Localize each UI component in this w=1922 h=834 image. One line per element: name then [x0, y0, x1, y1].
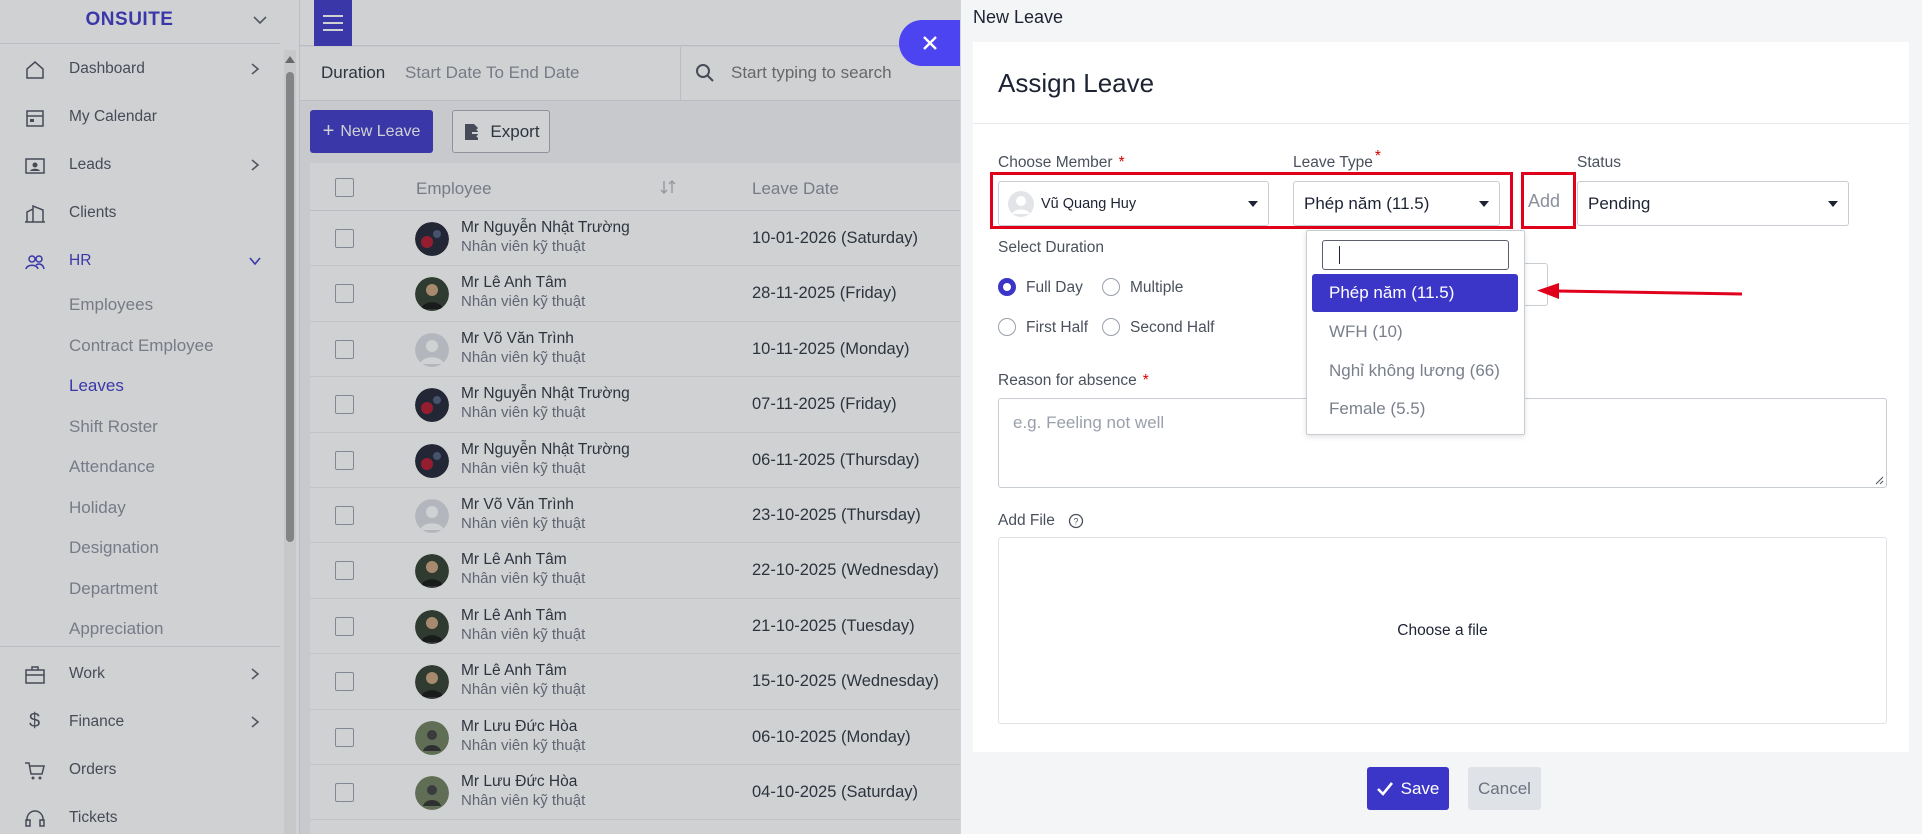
leave-type-option[interactable]: Nghỉ không lương (66) [1312, 352, 1518, 390]
check-icon [1376, 781, 1393, 796]
status-label: Status [1577, 154, 1621, 171]
reason-placeholder: e.g. Feeling not well [1013, 413, 1165, 432]
panel-title: New Leave [973, 7, 1064, 27]
leave-type-option[interactable]: Female (5.5) [1312, 390, 1518, 428]
close-icon [923, 36, 937, 50]
caret-down-icon [1828, 201, 1838, 207]
duration-second-half-radio[interactable] [1102, 318, 1120, 336]
leave-type-dropdown: Phép năm (11.5) WFH (10) Nghỉ không lươn… [1306, 230, 1525, 435]
choose-file-label: Choose a file [1397, 621, 1488, 639]
leave-type-option[interactable]: Phép năm (11.5) [1312, 274, 1518, 312]
resize-handle-icon[interactable] [1874, 475, 1884, 485]
close-panel-button[interactable] [899, 20, 963, 66]
annotation-arrow-icon [1537, 283, 1743, 299]
dropdown-search-input[interactable] [1322, 240, 1509, 270]
duration-multiple-label: Multiple [1130, 279, 1184, 296]
choose-member-label: Choose Member * [998, 154, 1125, 171]
leave-type-label: Leave Type * [1293, 148, 1381, 171]
leave-type-option[interactable]: WFH (10) [1312, 313, 1518, 351]
highlight-box-add [1521, 172, 1576, 229]
card-title: Assign Leave [998, 68, 1155, 98]
help-icon[interactable]: ? [1068, 513, 1084, 529]
duration-full-day-label: Full Day [1026, 279, 1083, 296]
save-button[interactable]: Save [1367, 767, 1449, 810]
save-label: Save [1400, 778, 1440, 798]
status-value: Pending [1588, 194, 1651, 213]
text-cursor [1339, 246, 1340, 264]
highlight-box-member-leave-type [990, 172, 1513, 229]
cancel-button[interactable]: Cancel [1468, 767, 1541, 810]
reason-label: Reason for absence * [998, 372, 1149, 389]
card-header: Assign Leave [973, 42, 1909, 124]
duration-first-half-radio[interactable] [998, 318, 1016, 336]
status-select[interactable]: Pending [1577, 181, 1849, 226]
modal-backdrop[interactable] [0, 0, 960, 834]
svg-text:?: ? [1073, 517, 1078, 527]
duration-full-day-radio[interactable] [998, 278, 1016, 296]
file-dropzone[interactable]: Choose a file [998, 537, 1887, 724]
panel-footer: Save Cancel [973, 752, 1909, 834]
duration-first-half-label: First Half [1026, 319, 1088, 336]
duration-multiple-radio[interactable] [1102, 278, 1120, 296]
duration-second-half-label: Second Half [1130, 319, 1215, 336]
add-file-label: Add File [998, 512, 1055, 529]
select-duration-label: Select Duration [998, 239, 1104, 256]
